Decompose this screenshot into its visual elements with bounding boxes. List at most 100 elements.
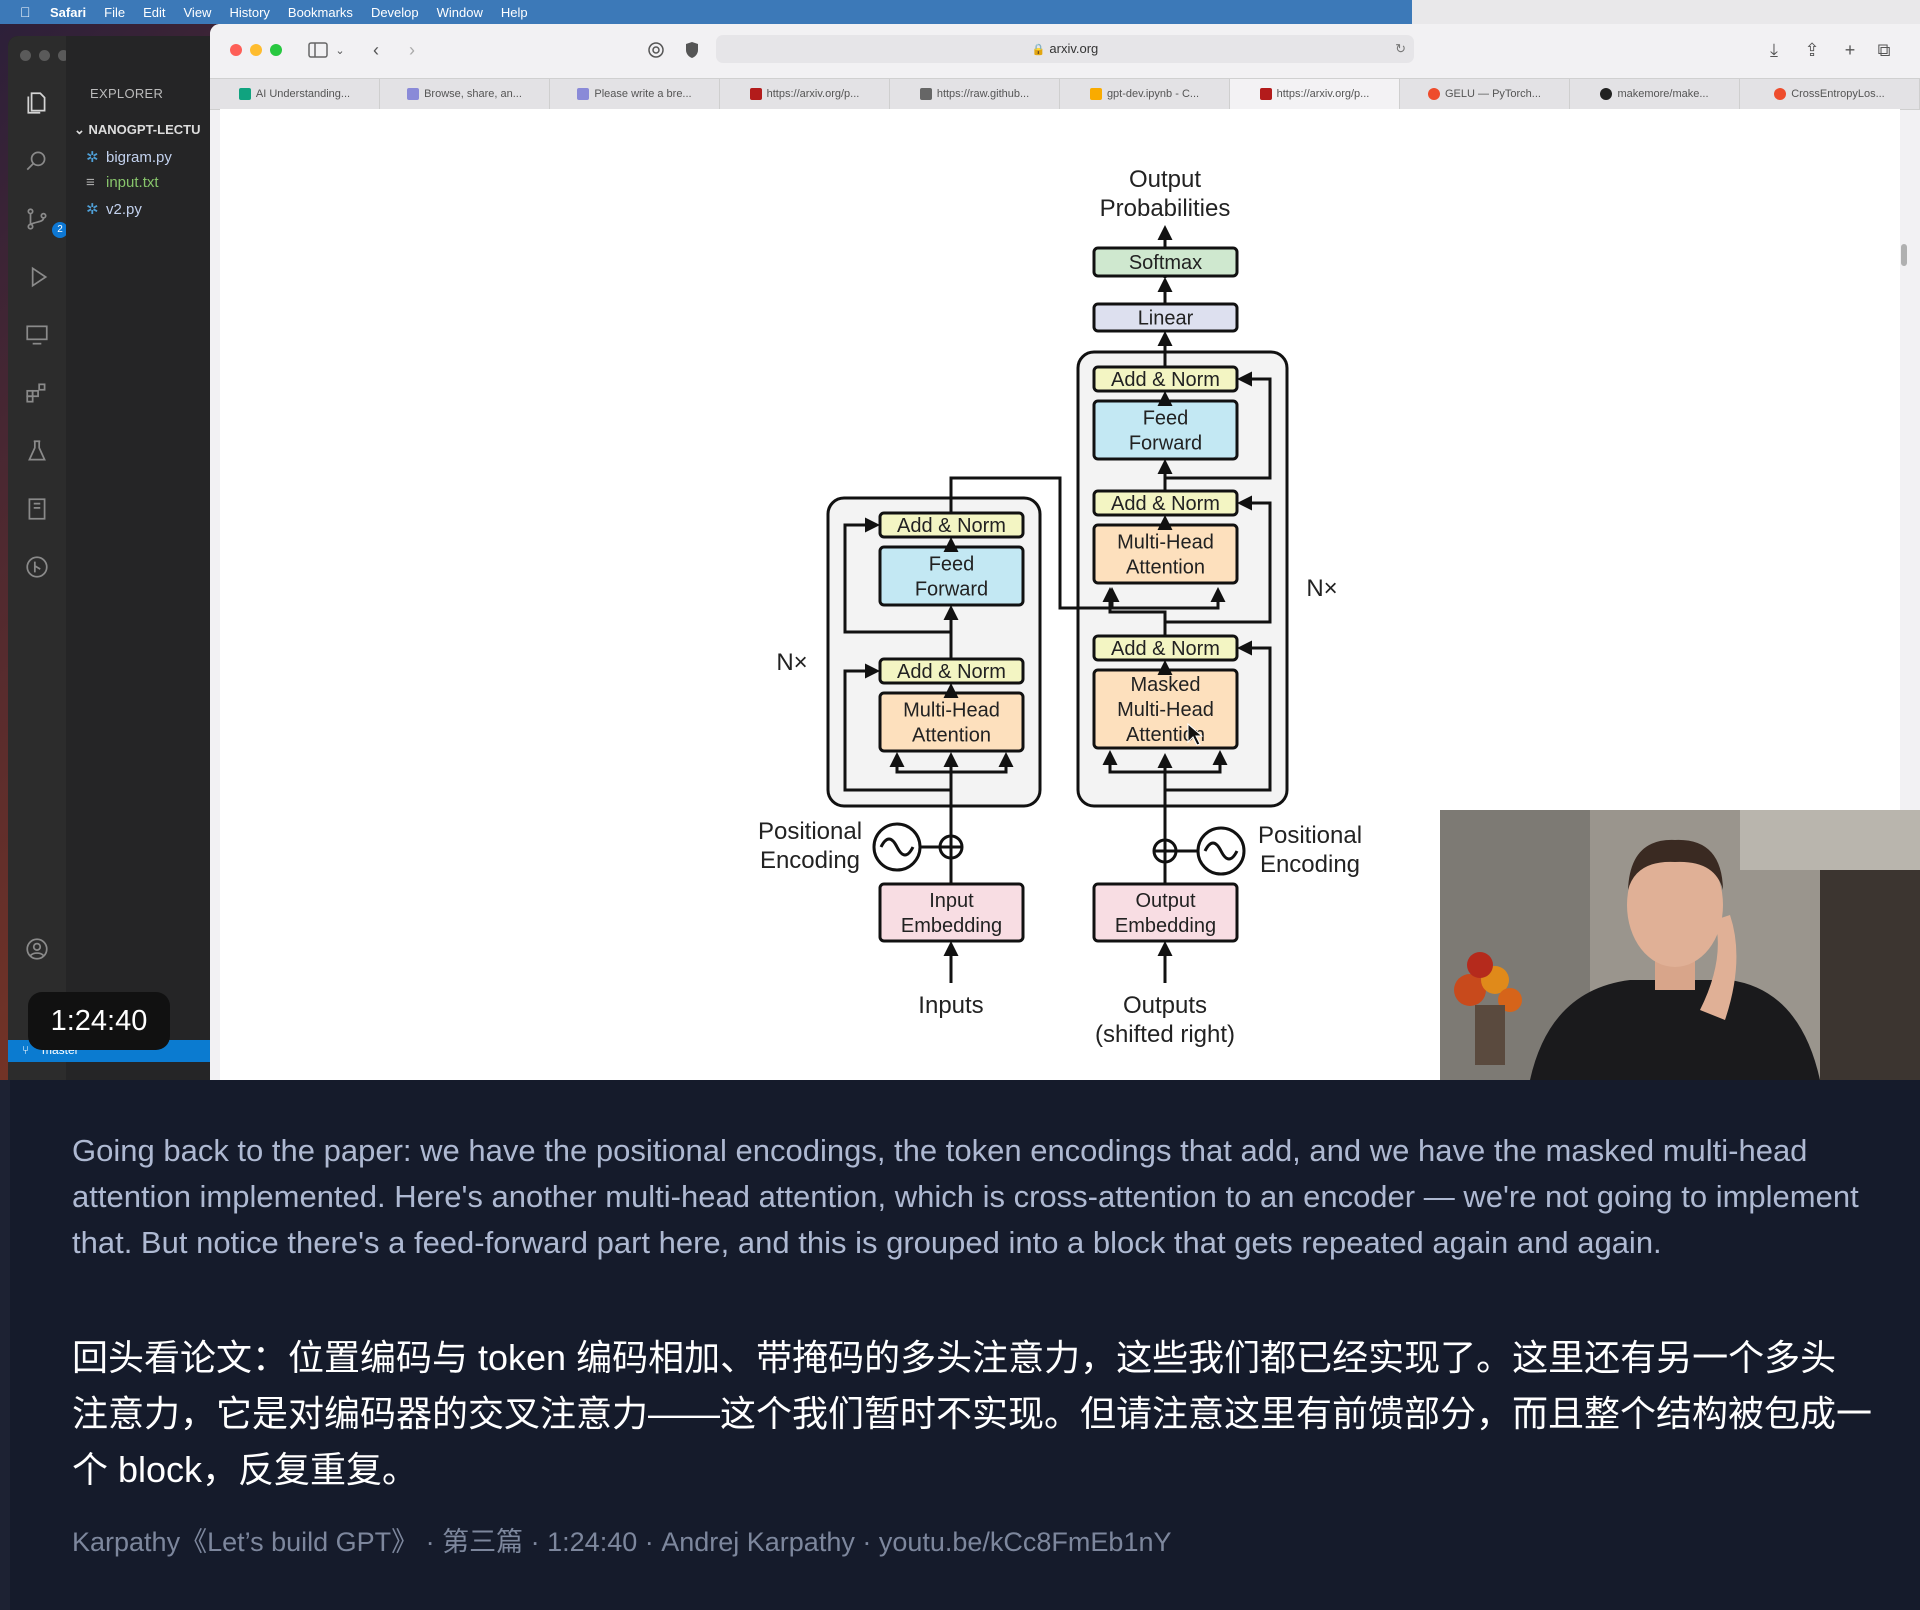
git-graph-icon[interactable] [22,552,52,582]
forward-button[interactable]: › [400,38,424,62]
menu-help[interactable]: Help [501,5,528,20]
encoder-block [826,496,1042,808]
menu-develop[interactable]: Develop [371,5,419,20]
workspace-folder[interactable]: ⌄ NANOGPT-LECTU [74,122,200,138]
file-input-txt[interactable]: ≡ input.txt [86,174,159,191]
decoder-feed-forward-label: Feed [1143,408,1189,430]
tab-label: Browse, share, an... [424,88,522,100]
encoder-add-norm-1-label: Add & Norm [897,661,1006,683]
zoom-window-button[interactable] [270,44,282,56]
file-v2-py[interactable]: ✲ v2.py [86,200,142,218]
caption-left-edge [0,1080,10,1610]
tab-gelu-pytorch[interactable]: GELU — PyTorch... [1400,79,1570,109]
decoder-add-norm-2-label: Add & Norm [1111,493,1220,515]
tab-label: https://raw.github... [936,88,1030,100]
macos-menu-bar:  Safari File Edit View History Bookmark… [0,0,1412,24]
window-controls [20,50,69,61]
menu-window[interactable]: Window [437,5,483,20]
menu-bar-right-area [1412,0,1920,24]
tab-overview-icon[interactable]: ⧉ [1872,38,1896,62]
menu-bookmarks[interactable]: Bookmarks [288,5,353,20]
menu-view[interactable]: View [184,5,212,20]
arxiv-favicon-icon [1259,88,1272,100]
screen:  Safari File Edit View History Bookmark… [0,0,1920,1080]
lock-icon: 🔒 [1031,44,1046,56]
output-probabilities-label: Output [1129,166,1201,193]
chatgpt-favicon-icon [238,88,251,100]
tab-browse-share[interactable]: Browse, share, an... [380,79,550,109]
new-tab-icon[interactable]: + [1838,38,1862,62]
tab-label: https://arxiv.org/p... [766,88,860,100]
text-file-icon: ≡ [86,174,95,191]
tab-arxiv-1[interactable]: https://arxiv.org/p... [720,79,890,109]
decoder-positional-encoding-label: Encoding [1260,851,1360,878]
notebook-icon[interactable] [22,494,52,524]
output-embedding-box-label: Output [1135,890,1195,912]
address-bar[interactable]: 🔒 arxiv.org ↻ [716,35,1414,63]
decoder-add-norm-3-label: Add & Norm [1111,369,1220,391]
close-window-button[interactable] [230,44,242,56]
explorer-panel: EXPLORER ⌄ NANOGPT-LECTU ✲ bigram.py ≡ inp… [66,36,228,1080]
encoder-attention-label: Multi-Head [903,700,1000,722]
favicon-icon [407,88,420,100]
sidebar-toggle-icon[interactable] [306,38,330,62]
vscode-window: 2 EXPLORER ⌄ NANOGPT-LECTU ✲ bigram.py ≡… [8,36,228,1080]
share-icon[interactable]: ⇪ [1800,38,1824,62]
input-embedding-box-label: Embedding [901,915,1002,937]
caption-panel: Going back to the paper: we have the pos… [0,1080,1920,1610]
github-raw-favicon-icon [919,88,932,100]
tab-please-write[interactable]: Please write a bre... [550,79,720,109]
decoder-positional-encoding-label: Positional [1258,822,1362,849]
python-file-icon: ✲ [86,149,99,166]
explorer-icon[interactable] [22,88,52,118]
tab-raw-github[interactable]: https://raw.github... [890,79,1060,109]
run-debug-icon[interactable] [22,262,52,292]
extensions-icon[interactable] [22,378,52,408]
encoder-positional-encoding-label: Encoding [760,847,860,874]
tab-arxiv-active[interactable]: https://arxiv.org/p... [1230,79,1400,109]
decoder-feed-forward-label: Forward [1129,433,1202,455]
page-scrollbar[interactable] [1901,244,1907,266]
chinese-caption: 回头看论文：位置编码与 token 编码相加、带掩码的多头注意力，这些我们都已经… [72,1337,1873,1490]
file-label: v2.py [106,201,142,218]
shield-icon[interactable] [680,38,704,62]
tab-label: GELU — PyTorch... [1445,88,1541,100]
minimize-window-button[interactable] [250,44,262,56]
inputs-label: Inputs [918,992,983,1019]
presenter-webcam [1440,810,1920,1080]
tab-crossentropyloss[interactable]: CrossEntropyLos... [1740,79,1920,109]
apple-menu-icon[interactable]:  [20,4,36,20]
menu-file[interactable]: File [104,5,125,20]
privacy-report-icon[interactable] [644,38,668,62]
source-control-icon[interactable]: 2 [22,204,68,238]
tab-label: https://arxiv.org/p... [1276,88,1370,100]
menu-safari[interactable]: Safari [50,5,86,20]
outputs-shifted-label: (shifted right) [1095,1021,1235,1048]
tab-label: CrossEntropyLos... [1791,88,1885,100]
tab-makemore[interactable]: makemore/make... [1570,79,1740,109]
testing-icon[interactable] [22,436,52,466]
github-favicon-icon [1600,88,1613,100]
caption-source: Karpathy《Let’s build GPT》 · 第三篇 · 1:24:4… [72,1527,1172,1557]
workspace-folder-label: NANOGPT-LECTU [88,122,201,137]
account-icon[interactable] [22,934,52,964]
decoder-cross-attention-label: Multi-Head [1117,532,1214,554]
file-bigram-py[interactable]: ✲ bigram.py [86,148,172,166]
tab-label: gpt-dev.ipynb - C... [1106,88,1200,100]
branch-icon[interactable]: ⑂ [22,1043,29,1057]
menu-history[interactable]: History [229,5,269,20]
encoder-feed-forward-label: Forward [915,579,988,601]
reload-icon[interactable]: ↻ [1395,35,1406,63]
remote-explorer-icon[interactable] [22,320,52,350]
tab-gpt-dev-colab[interactable]: gpt-dev.ipynb - C... [1060,79,1230,109]
chevron-down-icon[interactable]: ⌄ [328,38,352,62]
search-icon[interactable] [22,146,52,176]
output-embedding-box-label: Embedding [1115,915,1216,937]
downloads-icon[interactable]: ⤓ [1762,38,1786,62]
back-button[interactable]: ‹ [364,38,388,62]
menu-edit[interactable]: Edit [143,5,165,20]
video-timestamp: 1:24:40 [28,992,170,1050]
english-caption: Going back to the paper: we have the pos… [72,1133,1859,1260]
tab-ai-understanding[interactable]: AI Understanding... [210,79,380,109]
input-embedding-box-label: Input [929,890,974,912]
